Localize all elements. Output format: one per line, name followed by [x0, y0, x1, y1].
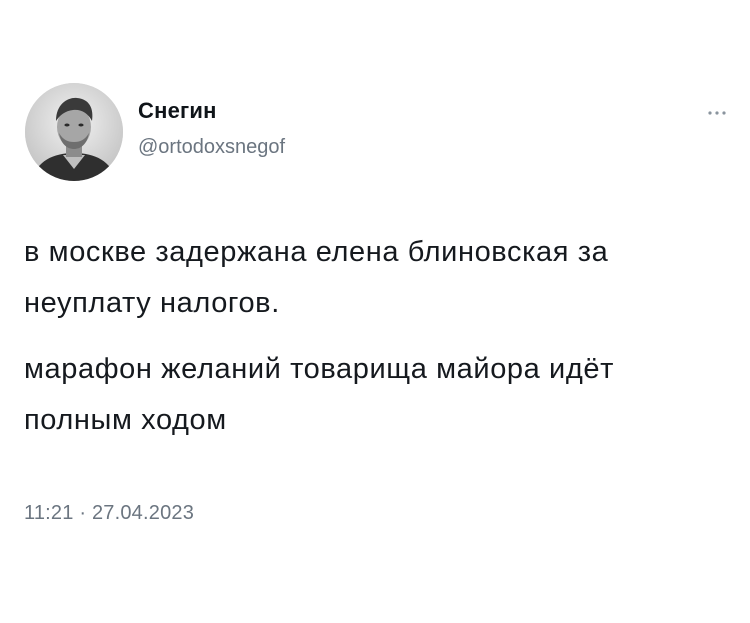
- avatar[interactable]: [25, 83, 123, 181]
- user-photo-avatar-icon: [25, 83, 123, 181]
- more-options-button[interactable]: [702, 107, 732, 119]
- more-horizontal-icon: [708, 111, 726, 115]
- tweet-timestamp[interactable]: 11:21 · 27.04.2023: [24, 502, 194, 525]
- author-username[interactable]: @ortodoxsnegof: [138, 136, 285, 159]
- tweet-text-paragraph: в москве задержана елена блиновская за н…: [24, 236, 609, 319]
- tweet-text-paragraph: марафон желаний товарища майора идёт пол…: [24, 353, 614, 436]
- author-display-name[interactable]: Снегин: [138, 98, 217, 124]
- tweet-card: Снегин @ortodoxsnegof в москве задержана…: [0, 0, 750, 623]
